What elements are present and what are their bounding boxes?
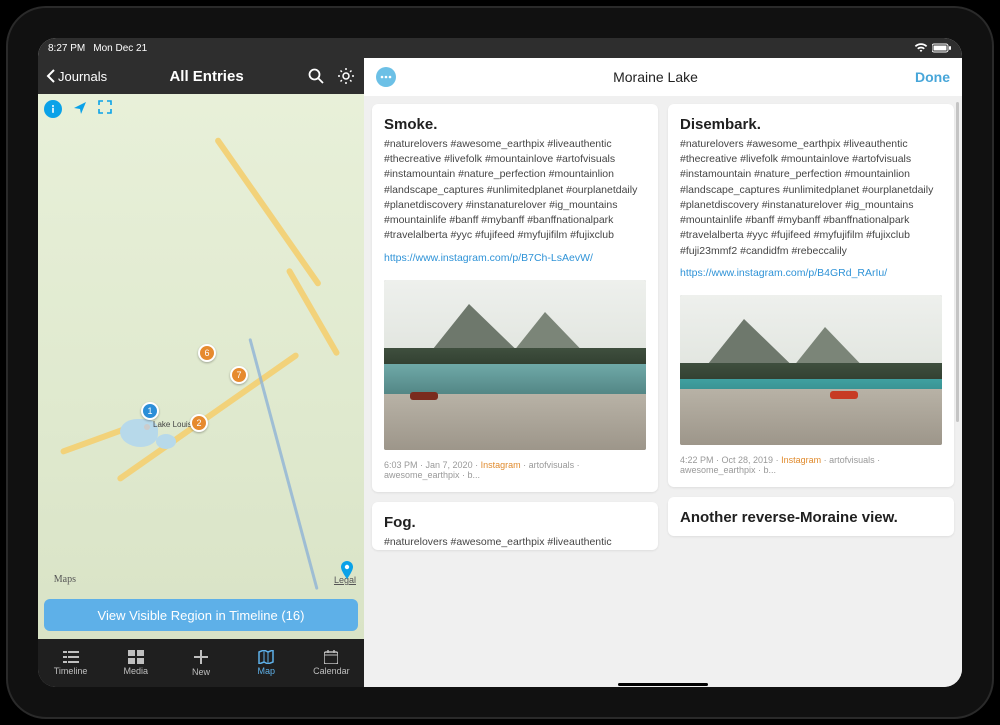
back-label: Journals: [58, 69, 107, 84]
right-pane: Moraine Lake Done Smoke. #naturelovers #…: [364, 58, 962, 687]
chevron-left-icon: [46, 69, 56, 83]
expand-button[interactable]: [98, 100, 112, 118]
town-marker: [144, 424, 150, 430]
done-button[interactable]: Done: [915, 69, 950, 85]
entry-link[interactable]: https://www.instagram.com/p/B4GRd_RArIu/: [680, 267, 942, 279]
entry-title: Smoke.: [384, 116, 646, 133]
view-region-button[interactable]: View Visible Region in Timeline (16): [44, 599, 358, 631]
entry-meta: 4:22 PM · Oct 28, 2019 · Instagram · art…: [680, 455, 942, 475]
entry-tags: #naturelovers #awesome_earthpix #liveaut…: [384, 137, 646, 244]
entry-card[interactable]: Disembark. #naturelovers #awesome_earthp…: [668, 104, 954, 487]
entry-photo: [384, 280, 646, 450]
tab-new[interactable]: New: [168, 639, 233, 687]
entry-tags: #naturelovers #awesome_earthpix #liveaut…: [384, 535, 646, 550]
right-header: Moraine Lake Done: [364, 58, 962, 96]
ellipsis-icon: [380, 75, 392, 79]
map-pin[interactable]: 6: [198, 344, 216, 362]
entry-card[interactable]: Another reverse-Moraine view.: [668, 497, 954, 536]
entry-card[interactable]: Smoke. #naturelovers #awesome_earthpix #…: [372, 104, 658, 492]
scroll-indicator: [956, 102, 959, 422]
current-location-pin[interactable]: [340, 561, 354, 579]
locate-button[interactable]: [72, 100, 88, 118]
battery-icon: [932, 43, 952, 53]
calendar-icon: [324, 650, 338, 664]
entry-card[interactable]: Fog. #naturelovers #awesome_earthpix #li…: [372, 502, 658, 550]
lake: [156, 434, 176, 449]
tab-map[interactable]: Map: [234, 639, 299, 687]
status-bar: 8:27 PM Mon Dec 21: [38, 38, 962, 58]
tab-timeline[interactable]: Timeline: [38, 639, 103, 687]
expand-icon: [98, 100, 112, 114]
entry-tags: #naturelovers #awesome_earthpix #liveaut…: [680, 137, 942, 259]
status-time: 8:27 PM: [48, 43, 85, 54]
status-indicators: [914, 43, 952, 53]
ipad-frame: 8:27 PM Mon Dec 21 Journals All Entries: [8, 8, 992, 717]
map-pin[interactable]: 1: [141, 402, 159, 420]
media-icon: [128, 650, 144, 664]
screen: 8:27 PM Mon Dec 21 Journals All Entries: [38, 38, 962, 687]
entry-photo: [680, 295, 942, 445]
plus-icon: [193, 649, 209, 665]
maps-attribution: Maps: [46, 574, 76, 585]
tab-media[interactable]: Media: [103, 639, 168, 687]
left-title: All Entries: [169, 68, 243, 85]
pin-icon: [340, 561, 354, 579]
map-icon: [258, 650, 274, 664]
status-date: Mon Dec 21: [93, 43, 147, 54]
entry-link[interactable]: https://www.instagram.com/p/B7Ch-LsAevW/: [384, 252, 646, 264]
map-view[interactable]: Lake Louise 6 7 2: [38, 94, 364, 639]
tab-calendar[interactable]: Calendar: [299, 639, 364, 687]
entry-title: Another reverse-Moraine view.: [680, 509, 942, 526]
map-pin[interactable]: 7: [230, 366, 248, 384]
entry-title: Disembark.: [680, 116, 942, 133]
gear-icon: [337, 67, 355, 85]
map-pin[interactable]: 2: [190, 414, 208, 432]
back-button[interactable]: Journals: [46, 69, 107, 84]
road: [214, 137, 322, 288]
more-menu-button[interactable]: [376, 67, 396, 87]
entry-meta: 6:03 PM · Jan 7, 2020 · Instagram · arto…: [384, 460, 646, 480]
wifi-icon: [914, 43, 928, 53]
location-arrow-icon: [72, 100, 88, 116]
search-button[interactable]: [306, 66, 326, 86]
search-icon: [308, 68, 324, 84]
home-indicator[interactable]: [618, 683, 708, 686]
timeline-icon: [63, 650, 79, 664]
tab-bar: Timeline Media New Map: [38, 639, 364, 687]
detail-title: Moraine Lake: [613, 69, 698, 85]
river: [248, 338, 318, 590]
entries-grid[interactable]: Smoke. #naturelovers #awesome_earthpix #…: [364, 96, 962, 687]
info-icon: [48, 104, 58, 114]
settings-button[interactable]: [336, 66, 356, 86]
entry-title: Fog.: [384, 514, 646, 531]
info-button[interactable]: [44, 100, 62, 118]
left-pane: Journals All Entries: [38, 58, 364, 687]
left-header: Journals All Entries: [38, 58, 364, 94]
